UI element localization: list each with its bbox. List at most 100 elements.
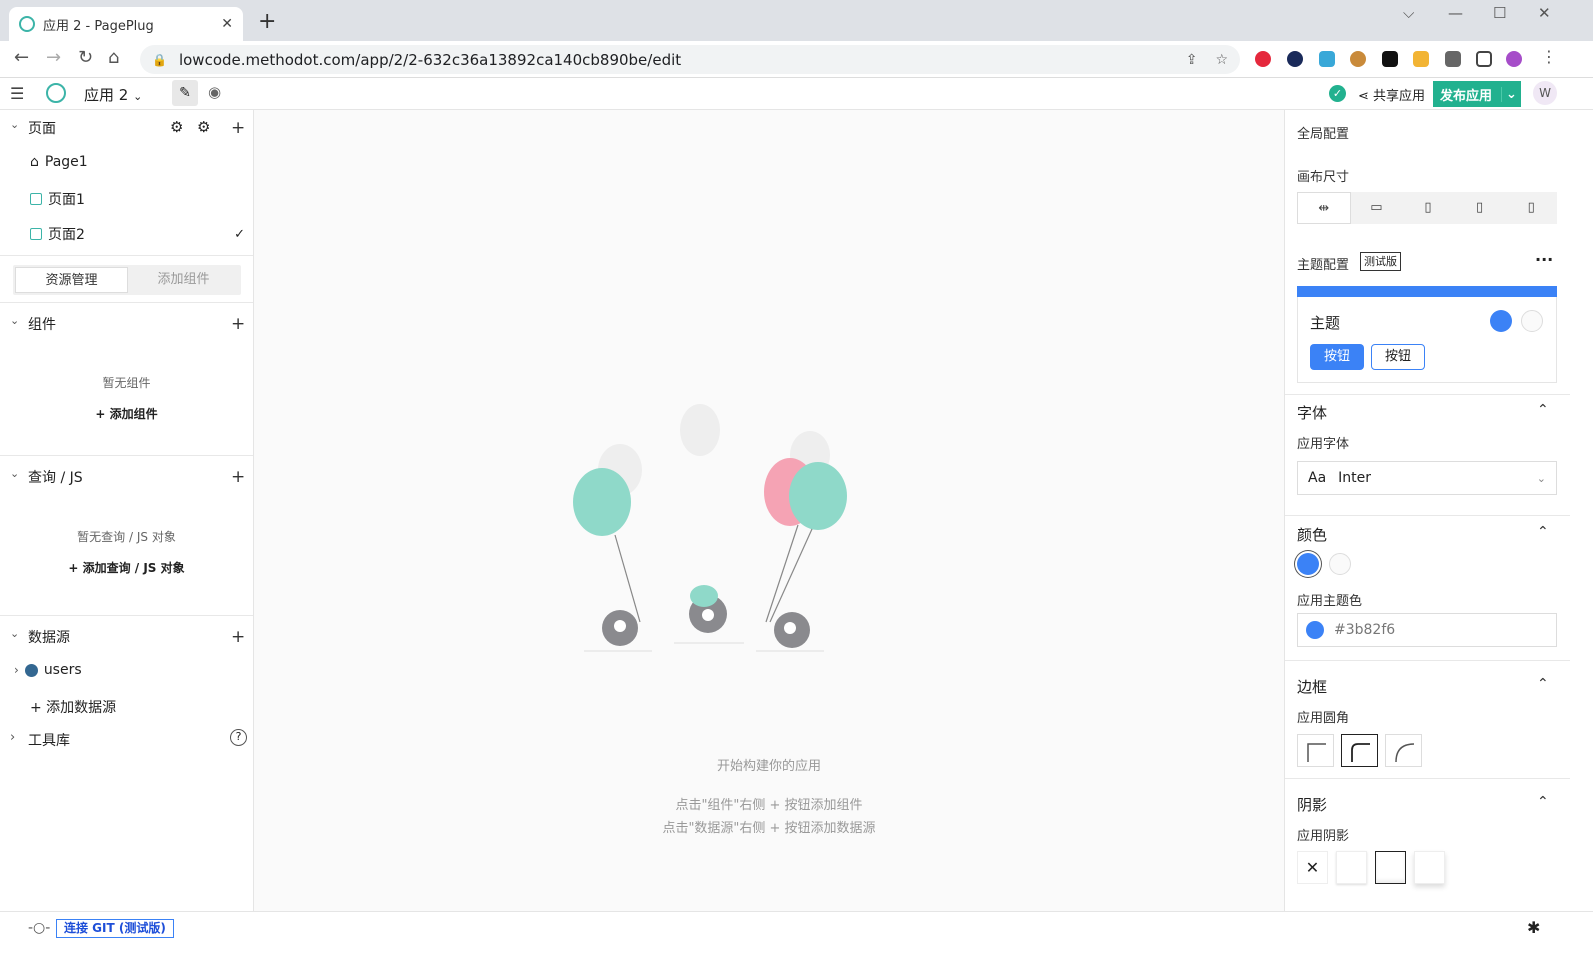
chevron-down-icon: ⌄ <box>133 90 143 103</box>
browser-menu-icon[interactable]: ⋮ <box>1541 47 1557 66</box>
canvas-size-label: 画布尺寸 <box>1297 170 1350 185</box>
primary-color-input[interactable]: #3b82f6 <box>1297 613 1557 647</box>
page-item-page-1[interactable]: 页面1 <box>30 189 85 209</box>
share-icon: ⋖ <box>1358 89 1369 104</box>
preview-eye-icon[interactable]: ◉ <box>208 83 221 101</box>
teal-balloon-icon <box>789 462 847 530</box>
menu-hamburger-icon[interactable]: ☰ <box>10 84 24 103</box>
extension-red-icon[interactable] <box>1255 51 1271 67</box>
tab-search-icon[interactable]: ⌵ <box>1403 4 1414 22</box>
add-query-link[interactable]: + 添加查询 / JS 对象 <box>0 559 253 576</box>
page-item-page1[interactable]: ⌂ Page1 <box>30 154 88 170</box>
user-avatar[interactable]: W <box>1533 81 1557 105</box>
shadow-medium-option[interactable] <box>1375 851 1406 884</box>
extension-fox-icon[interactable] <box>1413 51 1429 67</box>
mobile-icon[interactable]: ▯ <box>1505 192 1557 224</box>
theme-config-label: 主题配置 <box>1297 258 1350 273</box>
chevron-down-icon[interactable]: ⌄ <box>10 467 19 480</box>
forward-icon[interactable]: → <box>46 47 61 68</box>
extension-dark-icon[interactable] <box>1382 51 1398 67</box>
queries-title: 查询 / JS <box>28 470 83 486</box>
extension-r-icon[interactable] <box>1319 51 1335 67</box>
share-page-icon[interactable]: ⇪ <box>1186 52 1198 68</box>
theme-primary-swatch <box>1490 310 1512 332</box>
chevron-right-icon[interactable]: › <box>10 730 15 745</box>
empty-canvas-hint-widgets: 点击"组件"右侧 + 按钮添加组件 <box>675 798 863 813</box>
shadow-section-title: 阴影 <box>1297 796 1328 814</box>
tablet-icon[interactable]: ▯ <box>1454 192 1506 224</box>
side-panel-icon[interactable] <box>1476 51 1492 67</box>
background-color-swatch[interactable] <box>1329 553 1351 575</box>
tab-close-icon[interactable]: ✕ <box>221 16 233 32</box>
collapse-chevron-up-icon[interactable]: ⌃ <box>1537 676 1549 692</box>
add-widget-plus-button[interactable]: + <box>231 314 245 334</box>
faded-balloon-icon <box>680 404 720 456</box>
browser-tab-title: 应用 2 - PagePlug <box>43 18 154 34</box>
editor-canvas[interactable]: 开始构建你的应用 点击"组件"右侧 + 按钮添加组件 点击"数据源"右侧 + 按… <box>254 110 1284 911</box>
page-item-page-2[interactable]: 页面2 ✓ <box>30 224 245 244</box>
add-page-button[interactable]: + <box>231 118 245 138</box>
widgets-title: 组件 <box>28 317 56 333</box>
collapse-chevron-up-icon[interactable]: ⌃ <box>1537 524 1549 540</box>
divider <box>0 615 253 616</box>
collapse-chevron-up-icon[interactable]: ⌃ <box>1537 402 1549 418</box>
publish-app-button[interactable]: 发布应用 ⌄ <box>1433 81 1521 107</box>
shadow-none-option[interactable]: ✕ <box>1297 851 1328 884</box>
divider <box>1285 660 1570 661</box>
app-name-dropdown[interactable]: 应用 2 ⌄ <box>84 84 142 105</box>
connect-git-button[interactable]: 连接 GIT (测试版) <box>56 919 174 938</box>
extension-cookie-icon[interactable] <box>1350 51 1366 67</box>
radius-large-option[interactable] <box>1385 734 1422 767</box>
chevron-right-icon[interactable]: › <box>14 663 19 677</box>
add-widget-link[interactable]: + 添加组件 <box>0 405 253 422</box>
profile-avatar-icon[interactable] <box>1506 51 1522 67</box>
edit-mode-pencil-icon[interactable]: ✎ <box>172 80 198 106</box>
extension-check-icon[interactable] <box>1287 51 1303 67</box>
add-query-plus-button[interactable]: + <box>231 467 245 487</box>
datasource-item-users[interactable]: › users <box>14 662 82 678</box>
more-options-icon[interactable]: ··· <box>1535 250 1553 269</box>
reload-icon[interactable]: ↻ <box>78 47 93 68</box>
divider <box>1285 515 1570 516</box>
corner-rounded-icon <box>1351 743 1370 762</box>
fluid-width-icon[interactable]: ⇹ <box>1297 192 1351 224</box>
chevron-down-icon[interactable]: ⌄ <box>10 314 19 327</box>
home-icon[interactable]: ⌂ <box>108 47 119 68</box>
tab-add-widget[interactable]: 添加组件 <box>128 267 239 293</box>
share-app-button[interactable]: ⋖ 共享应用 <box>1358 85 1425 104</box>
divider <box>1285 394 1570 395</box>
settings-gear-icon-2[interactable]: ⚙ <box>197 118 210 136</box>
settings-gear-icon[interactable]: ⚙ <box>170 118 183 136</box>
chevron-down-icon[interactable]: ⌄ <box>10 627 19 640</box>
browser-tab[interactable]: 应用 2 - PagePlug ✕ <box>9 7 243 41</box>
primary-color-swatch[interactable] <box>1297 553 1319 575</box>
back-icon[interactable]: ← <box>14 47 29 68</box>
collapse-chevron-up-icon[interactable]: ⌃ <box>1537 794 1549 810</box>
debugger-bug-icon[interactable]: ✱ <box>1527 918 1540 937</box>
bookmark-star-icon[interactable]: ☆ <box>1215 52 1228 68</box>
radius-medium-option[interactable] <box>1341 734 1378 767</box>
tab-explorer[interactable]: 资源管理 <box>15 267 128 293</box>
add-datasource-plus-button[interactable]: + <box>231 627 245 647</box>
desktop-icon[interactable]: ▭ <box>1351 192 1403 224</box>
font-aa-icon: Aa <box>1308 470 1327 486</box>
help-question-icon[interactable]: ? <box>230 729 247 746</box>
extensions-puzzle-icon[interactable] <box>1445 51 1461 67</box>
font-select[interactable]: Aa Inter ⌄ <box>1297 461 1557 495</box>
shadow-small-option[interactable] <box>1336 851 1367 884</box>
close-window-button[interactable]: ✕ <box>1538 4 1551 22</box>
theme-card[interactable]: 主题 按钮 按钮 <box>1297 297 1557 383</box>
maximize-button[interactable]: ☐ <box>1493 4 1506 22</box>
new-tab-button[interactable]: + <box>258 9 276 34</box>
tablet-landscape-icon[interactable]: ▯ <box>1402 192 1454 224</box>
radius-none-option[interactable] <box>1297 734 1334 767</box>
shadow-large-option[interactable] <box>1414 851 1445 884</box>
theme-color-bar[interactable] <box>1297 286 1557 297</box>
app-logo-icon[interactable] <box>46 83 66 103</box>
minimize-button[interactable]: — <box>1448 4 1463 22</box>
postgres-icon <box>24 663 38 677</box>
url-field[interactable]: 🔒 lowcode.methodot.com/app/2/2-632c36a13… <box>140 45 1240 74</box>
add-datasource-link[interactable]: + 添加数据源 <box>30 697 116 717</box>
chevron-down-icon[interactable]: ⌄ <box>10 118 19 131</box>
publish-dropdown-chevron-icon[interactable]: ⌄ <box>1501 86 1521 102</box>
